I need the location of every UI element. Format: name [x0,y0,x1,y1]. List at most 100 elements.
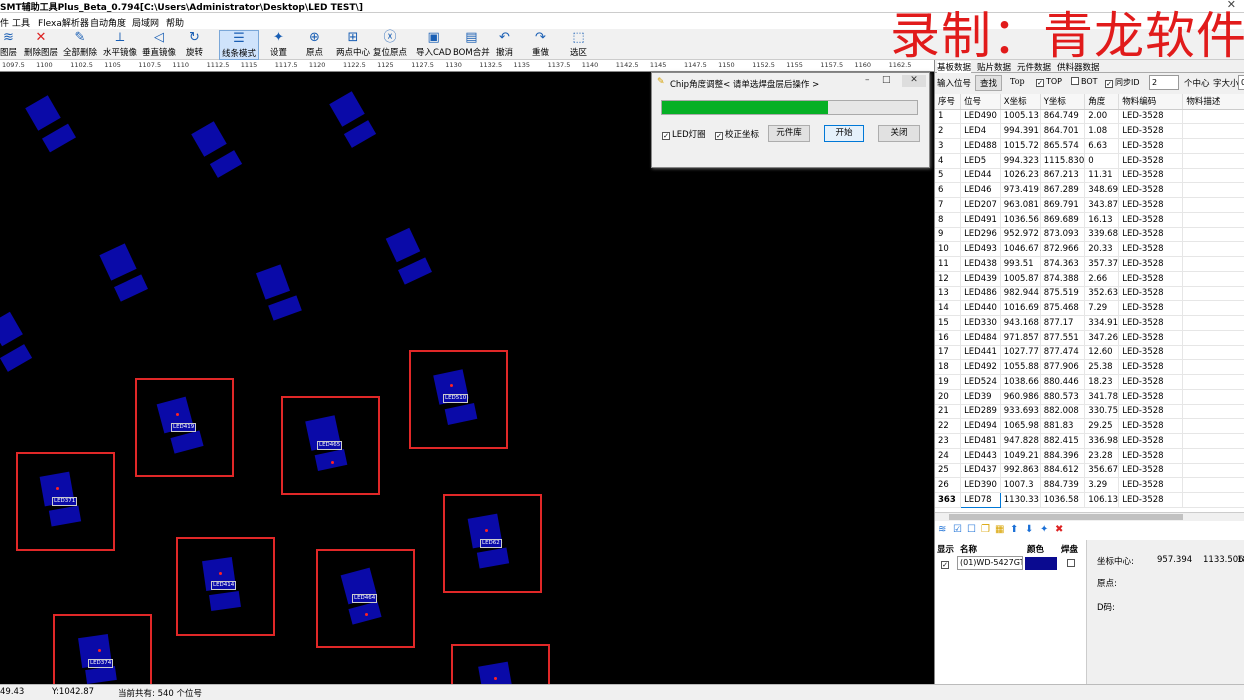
column-header[interactable]: 物料描述 [1182,94,1244,110]
table-cell[interactable]: 963.081 [1000,197,1041,213]
table-cell[interactable]: 1038.66 [1000,374,1041,390]
table-cell[interactable]: 1005.87 [1000,271,1041,287]
table-cell[interactable]: 1 [935,109,962,125]
correct-coords-checkbox[interactable]: ✓ 校正坐标 [715,128,759,140]
table-row[interactable]: 23 LED481 947.828 882.415 336.98 LED-3528 [935,433,1244,449]
table-cell[interactable]: 873.093 [1040,227,1086,243]
table-cell[interactable]: LED443 [960,448,1001,464]
table-cell[interactable]: 347.26 [1084,330,1120,346]
table-cell[interactable]: 992.863 [1000,463,1041,479]
table-cell[interactable]: 18 [935,359,962,375]
table-cell[interactable] [1182,123,1244,139]
table-cell[interactable]: 1036.56 [1000,212,1041,228]
table-cell[interactable]: 330.75 [1084,404,1120,420]
toolbar-button-rotate[interactable]: ↻ 旋转 [186,30,203,58]
table-row[interactable]: 7 LED207 963.081 869.791 343.87 LED-3528 [935,197,1244,213]
table-cell[interactable]: 867.289 [1040,182,1086,198]
table-cell[interactable]: 356.67 [1084,463,1120,479]
arrow-up-icon[interactable]: ⬆ [1010,524,1018,535]
table-cell[interactable] [1182,256,1244,272]
table-row[interactable]: 26 LED390 1007.3 884.739 3.29 LED-3528 [935,477,1244,493]
table-row[interactable]: 8 LED491 1036.56 869.689 16.13 LED-3528 [935,212,1244,228]
table-cell[interactable]: LED-3528 [1118,182,1184,198]
table-cell[interactable]: 24 [935,448,962,464]
table-cell[interactable] [1182,227,1244,243]
table-cell[interactable] [1182,433,1244,449]
table-cell[interactable]: 12.60 [1084,345,1120,361]
table-cell[interactable] [1182,271,1244,287]
table-cell[interactable]: 877.551 [1040,330,1086,346]
table-row[interactable]: 6 LED46 973.419 867.289 348.69 LED-3528 [935,182,1244,198]
table-cell[interactable]: 1130.33 [1000,492,1041,508]
table-row[interactable]: 15 LED330 943.168 877.17 334.91 LED-3528 [935,315,1244,331]
table-cell[interactable]: 14 [935,300,962,316]
table-cell[interactable]: 0 [1084,153,1120,169]
table-cell[interactable]: 960.986 [1000,389,1041,405]
menu-item-help[interactable]: 帮助 [166,16,184,29]
table-cell[interactable]: 881.83 [1040,418,1086,434]
tab-placement-data[interactable]: 贴片数据 [977,61,1011,73]
layer-name[interactable]: (01)WD-5427GT [957,556,1023,570]
table-row[interactable]: 20 LED39 960.986 880.573 341.78 LED-3528 [935,389,1244,405]
menu-item-partial[interactable]: 件 [0,16,9,29]
table-cell[interactable]: LED490 [960,109,1001,125]
table-cell[interactable]: LED-3528 [1118,256,1184,272]
column-header[interactable]: 物料编码 [1118,94,1184,110]
maximize-icon[interactable]: □ [882,75,891,85]
table-cell[interactable]: LED46 [960,182,1001,198]
table-cell[interactable]: 875.468 [1040,300,1086,316]
table-cell[interactable]: LED481 [960,433,1001,449]
table-cell[interactable]: LED-3528 [1118,168,1184,184]
table-cell[interactable]: 6.63 [1084,138,1120,154]
table-cell[interactable]: 2 [935,123,962,139]
table-cell[interactable]: 947.828 [1000,433,1041,449]
table-cell[interactable] [1182,138,1244,154]
table-row[interactable]: 363 LED78 1130.33 1036.58 106.13 LED-3528 [935,492,1244,508]
column-header[interactable]: 位号 [960,94,1001,110]
table-cell[interactable]: 19 [935,374,962,390]
table-cell[interactable]: 884.739 [1040,477,1086,493]
toolbar-button-layers[interactable]: ≋ 图层 [0,30,17,58]
table-cell[interactable]: 1027.77 [1000,345,1041,361]
table-row[interactable]: 18 LED492 1055.88 877.906 25.38 LED-3528 [935,359,1244,375]
table-cell[interactable]: LED-3528 [1118,241,1184,257]
column-header[interactable]: 角度 [1084,94,1120,110]
table-cell[interactable]: 973.419 [1000,182,1041,198]
table-cell[interactable]: 933.693 [1000,404,1041,420]
table-cell[interactable]: LED-3528 [1118,418,1184,434]
table-row[interactable]: 2 LED4 994.391 864.701 1.08 LED-3528 [935,123,1244,139]
table-cell[interactable]: 1065.98 [1000,418,1041,434]
table-cell[interactable]: LED-3528 [1118,433,1184,449]
table-cell[interactable]: 884.396 [1040,448,1086,464]
table-cell[interactable]: LED330 [960,315,1001,331]
table-cell[interactable]: 3.29 [1084,477,1120,493]
toolbar-button-wrench[interactable]: ✦ 设置 [270,30,287,58]
table-cell[interactable]: 1.08 [1084,123,1120,139]
table-cell[interactable]: LED492 [960,359,1001,375]
table-cell[interactable]: 882.008 [1040,404,1086,420]
table-cell[interactable]: LED44 [960,168,1001,184]
table-row[interactable]: 3 LED488 1015.72 865.574 6.63 LED-3528 [935,138,1244,154]
menu-item-auto-angle[interactable]: 自动角度 [90,16,126,29]
table-cell[interactable] [1182,212,1244,228]
table-cell[interactable]: LED486 [960,286,1001,302]
scrollbar-thumb[interactable] [949,514,1183,520]
table-cell[interactable]: 4 [935,153,962,169]
table-cell[interactable]: LED-3528 [1118,463,1184,479]
font-size-input[interactable]: 0. [1238,75,1244,90]
table-cell[interactable]: 1016.69 [1000,300,1041,316]
table-cell[interactable]: 2.66 [1084,271,1120,287]
column-header[interactable]: 序号 [935,94,962,110]
table-cell[interactable]: 5 [935,168,962,184]
table-cell[interactable]: 1046.67 [1000,241,1041,257]
close-icon[interactable]: ✕ [902,75,926,87]
close-button[interactable]: 关闭 [878,125,920,142]
toolbar-button-undo[interactable]: ↶ 撤消 [496,30,513,58]
table-cell[interactable]: 7.29 [1084,300,1120,316]
table-cell[interactable] [1182,448,1244,464]
table-cell[interactable] [1182,168,1244,184]
table-cell[interactable]: 352.63 [1084,286,1120,302]
table-cell[interactable]: 865.574 [1040,138,1086,154]
led-ring-checkbox[interactable]: ✓ LED灯圈 [662,128,706,140]
table-cell[interactable]: LED-3528 [1118,271,1184,287]
